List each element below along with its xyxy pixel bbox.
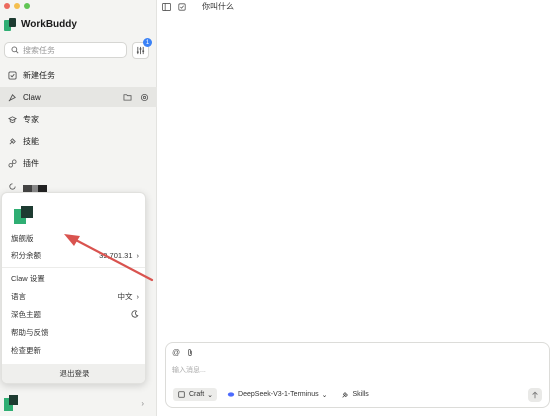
help-feedback-item[interactable]: 帮助与反馈	[2, 323, 145, 341]
send-icon	[531, 391, 540, 400]
sidebar-item-label: 专家	[23, 114, 39, 124]
sidebar-item-label: Claw	[23, 92, 41, 102]
notification-badge: 1	[143, 38, 152, 47]
page-title: 你叫什么	[202, 2, 234, 11]
sidebar-item-expert[interactable]: 专家	[0, 109, 157, 129]
sidebar-item-label: 插件	[23, 158, 39, 168]
menu-item-label: 帮助与反馈	[11, 327, 49, 337]
language-value: 中文	[117, 291, 133, 301]
mode-selector[interactable]: Craft ⌄	[173, 388, 218, 401]
minimize-window-button[interactable]	[14, 3, 20, 9]
chevron-right-icon: ›	[141, 398, 144, 408]
points-label: 积分余额	[11, 250, 41, 260]
window-controls	[4, 3, 30, 9]
message-input[interactable]	[172, 365, 542, 381]
message-composer: @ Craft ⌄ DeepSeek-V3-1-Terminus ⌄ Skill…	[165, 342, 550, 408]
deepseek-icon	[226, 390, 235, 399]
check-update-item[interactable]: 检查更新	[2, 341, 145, 359]
mode-label: Craft	[189, 391, 205, 398]
avatar	[4, 395, 18, 411]
history-icon	[8, 182, 17, 191]
claw-icon	[8, 93, 17, 102]
menu-item-label: 语言	[11, 291, 26, 301]
chevron-right-icon: ›	[136, 250, 140, 260]
plugin-icon	[8, 158, 17, 168]
model-selector[interactable]: DeepSeek-V3-1-Terminus ⌄	[222, 388, 331, 401]
sidebar-item-claw[interactable]: Claw	[0, 87, 157, 107]
plan-label-row: 旗舰版	[2, 229, 145, 247]
mention-icon[interactable]: @	[172, 348, 180, 357]
chevron-down-icon: ⌄	[207, 391, 214, 399]
menu-item-label: 检查更新	[11, 345, 41, 355]
user-menu-trigger[interactable]: ›	[4, 394, 154, 412]
model-label: DeepSeek-V3-1-Terminus	[238, 391, 319, 398]
send-button[interactable]	[528, 388, 542, 402]
divider	[2, 267, 145, 268]
close-window-button[interactable]	[4, 3, 10, 9]
chevron-down-icon: ⌄	[321, 391, 328, 399]
folder-icon[interactable]	[123, 93, 132, 102]
search-input[interactable]	[23, 45, 123, 55]
expert-icon	[8, 115, 17, 124]
plan-label: 旗舰版	[11, 233, 34, 243]
skill-icon	[340, 390, 349, 399]
sidebar-item-new-task[interactable]: 新建任务	[0, 65, 157, 85]
claw-settings-item[interactable]: Claw 设置	[2, 269, 145, 287]
app-brand: WorkBuddy	[4, 18, 77, 31]
sidebar-item-plugin[interactable]: 插件	[0, 153, 157, 173]
logout-button[interactable]: 退出登录	[2, 364, 145, 383]
menu-item-label: 深色主题	[11, 309, 41, 319]
menu-item-label: Claw 设置	[11, 273, 45, 283]
craft-icon	[177, 390, 186, 399]
app-name: WorkBuddy	[21, 19, 77, 30]
skills-label: Skills	[352, 391, 369, 398]
sliders-icon	[136, 46, 145, 55]
dark-theme-item[interactable]: 深色主题	[2, 305, 145, 323]
language-item[interactable]: 语言 中文 ›	[2, 287, 145, 305]
sidebar-toggle-icon[interactable]	[162, 2, 171, 11]
topbar: 你叫什么	[157, 0, 555, 13]
new-task-icon[interactable]	[177, 2, 186, 11]
search-box[interactable]	[4, 42, 127, 58]
moon-icon	[130, 310, 139, 319]
user-popup-menu: 旗舰版 积分余额 39,701.31 › Claw 设置 语言 中文 › 深色主…	[1, 192, 146, 384]
skills-button[interactable]: Skills	[336, 388, 372, 401]
new-task-icon	[8, 70, 17, 80]
sidebar-item-skill[interactable]: 技能	[0, 131, 157, 151]
maximize-window-button[interactable]	[24, 3, 30, 9]
gear-icon[interactable]	[140, 93, 149, 102]
points-value: 39,701.31	[99, 250, 133, 260]
search-icon	[10, 46, 19, 55]
sidebar-item-label: 技能	[23, 136, 39, 146]
user-avatar	[14, 206, 34, 224]
paperclip-icon[interactable]	[185, 348, 194, 357]
sidebar-item-label: 新建任务	[23, 70, 55, 80]
app-logo-icon	[4, 18, 16, 31]
chevron-right-icon: ›	[136, 291, 140, 301]
skill-icon	[8, 137, 17, 146]
points-balance-row[interactable]: 积分余额 39,701.31 ›	[2, 246, 145, 264]
filter-button[interactable]: 1	[132, 38, 152, 59]
